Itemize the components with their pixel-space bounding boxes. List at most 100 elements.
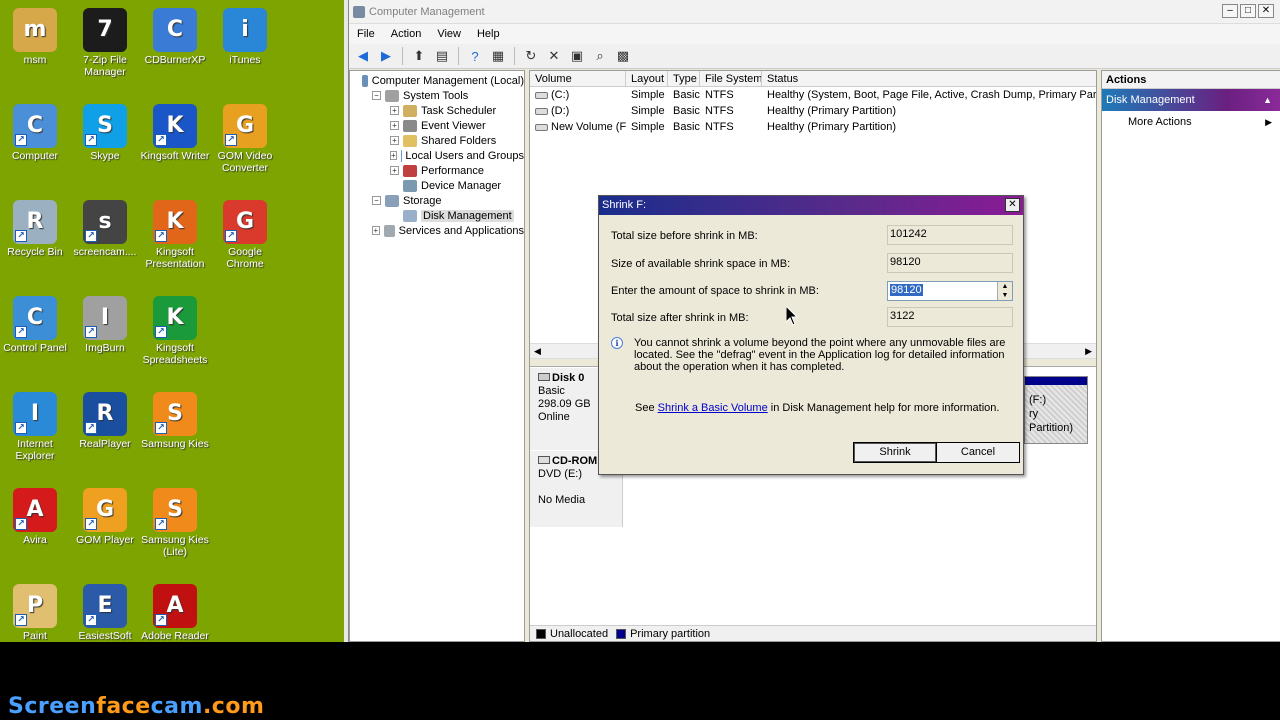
menu-file[interactable]: File <box>349 28 383 40</box>
scroll-left-icon[interactable]: ◀ <box>534 346 541 357</box>
tree-item[interactable]: Computer Management (Local) <box>350 73 524 88</box>
scroll-right-icon[interactable]: ▶ <box>1085 346 1092 357</box>
desktop-icon[interactable]: K ↗ Kingsoft Writer <box>140 104 210 162</box>
desktop-icon[interactable]: P ↗ Paint <box>0 584 70 642</box>
column-file-system[interactable]: File System <box>700 71 762 86</box>
table-row[interactable]: New Volume (F:) Simple Basic NTFS Healthy (P… <box>530 119 1096 135</box>
tree-item[interactable]: + Shared Folders <box>350 133 524 148</box>
menu-action[interactable]: Action <box>383 28 430 40</box>
partition-status: ry Partition) <box>1029 408 1074 434</box>
desktop-icon[interactable]: s ↗ screencam.... <box>70 200 140 258</box>
up-folder-icon[interactable]: ⬆ <box>409 46 429 66</box>
open-folder-icon[interactable]: ▣ <box>567 46 587 66</box>
desktop-icon[interactable]: S ↗ Samsung Kies (Lite) <box>140 488 210 558</box>
help-icon[interactable]: ? <box>465 46 485 66</box>
desktop-icon[interactable]: G ↗ Google Chrome <box>210 200 280 270</box>
cancel-button[interactable]: Cancel <box>936 442 1020 463</box>
dialog-close-button[interactable]: ✕ <box>1005 198 1020 212</box>
tree-item-label: Task Scheduler <box>421 104 497 117</box>
desktop-icon[interactable]: A ↗ Adobe Reader <box>140 584 210 642</box>
computer-management-icon <box>361 74 368 87</box>
desktop-icon-label: Control Panel <box>3 342 67 354</box>
tree-item[interactable]: + Local Users and Groups <box>350 148 524 163</box>
desktop-icon[interactable]: S ↗ Samsung Kies <box>140 392 210 450</box>
more-actions-item[interactable]: More Actions ▶ <box>1102 111 1280 133</box>
tree-item[interactable]: Disk Management <box>350 208 524 223</box>
properties-icon[interactable]: ▦ <box>488 46 508 66</box>
close-button[interactable]: ✕ <box>1258 4 1274 18</box>
forward-arrow-icon[interactable]: ▶ <box>376 46 396 66</box>
desktop-icon[interactable]: I ↗ Internet Explorer <box>0 392 70 462</box>
desktop-icon[interactable]: C CDBurnerXP <box>140 8 210 66</box>
back-arrow-icon[interactable]: ◀ <box>353 46 373 66</box>
skype-icon: S ↗ <box>83 104 127 148</box>
table-row[interactable]: (C:) Simple Basic NTFS Healthy (System, Boot… <box>530 87 1096 103</box>
tree-item[interactable]: + Event Viewer <box>350 118 524 133</box>
menu-help[interactable]: Help <box>469 28 508 40</box>
desktop-icon[interactable]: K ↗ Kingsoft Presentation <box>140 200 210 270</box>
expand-toggle-icon[interactable]: + <box>390 106 399 115</box>
actions-disk-management[interactable]: Disk Management ▲ <box>1102 89 1280 111</box>
desktop-icon[interactable]: 7 7-Zip File Manager <box>70 8 140 78</box>
desktop-icon[interactable]: m msm <box>0 8 70 66</box>
toolbar-separator <box>514 47 515 65</box>
desktop-icon[interactable]: G ↗ GOM Player <box>70 488 140 546</box>
desktop-icon[interactable]: K ↗ Kingsoft Spreadsheets <box>140 296 210 366</box>
show-hide-tree-icon[interactable]: ▤ <box>432 46 452 66</box>
search-icon[interactable]: ⌕ <box>590 46 610 66</box>
expand-toggle-icon[interactable]: + <box>390 136 399 145</box>
desktop-icon[interactable]: i iTunes <box>210 8 280 66</box>
spin-down-icon[interactable]: ▼ <box>998 291 1012 300</box>
minimize-button[interactable]: – <box>1222 4 1238 18</box>
tree-item[interactable]: − Storage <box>350 193 524 208</box>
table-cell: (D:) <box>530 103 626 119</box>
tree-item[interactable]: Device Manager <box>350 178 524 193</box>
desktop-icon[interactable]: C ↗ Control Panel <box>0 296 70 354</box>
desktop-icon[interactable]: R ↗ Recycle Bin <box>0 200 70 258</box>
table-row[interactable]: (D:) Simple Basic NTFS Healthy (Primary Part… <box>530 103 1096 119</box>
tree-item[interactable]: + Task Scheduler <box>350 103 524 118</box>
refresh-icon[interactable]: ↻ <box>521 46 541 66</box>
tree-item[interactable]: + Performance <box>350 163 524 178</box>
cell-text: Healthy (Primary Partition) <box>767 105 896 117</box>
expand-toggle-icon[interactable]: + <box>390 121 399 130</box>
partition-f[interactable]: (F:) ry Partition) <box>1024 376 1088 444</box>
expand-toggle-icon[interactable]: + <box>390 151 397 160</box>
expand-toggle-icon[interactable]: + <box>372 226 380 235</box>
maximize-button[interactable]: □ <box>1240 4 1256 18</box>
shortcut-arrow-icon: ↗ <box>85 614 97 626</box>
column-volume[interactable]: Volume <box>530 71 626 86</box>
spinner[interactable]: ▲ ▼ <box>997 282 1012 300</box>
desktop-icon[interactable]: S ↗ Skype <box>70 104 140 162</box>
shrink-help-link[interactable]: Shrink a Basic Volume <box>658 402 768 414</box>
title-bar[interactable]: Computer Management – □ ✕ <box>349 0 1280 24</box>
tree-item-label: Shared Folders <box>421 134 497 147</box>
shrink-button[interactable]: Shrink <box>853 442 937 463</box>
collapse-icon[interactable]: ▲ <box>1263 89 1272 111</box>
desktop-icon[interactable]: R ↗ RealPlayer <box>70 392 140 450</box>
menu-view[interactable]: View <box>429 28 469 40</box>
adobe-reader-icon: A ↗ <box>153 584 197 628</box>
desktop-icon[interactable]: A ↗ Avira <box>0 488 70 546</box>
desktop-icon[interactable]: G ↗ GOM Video Converter <box>210 104 280 174</box>
desktop-icon[interactable]: C ↗ Computer <box>0 104 70 162</box>
gom-player-icon: G ↗ <box>83 488 127 532</box>
spin-up-icon[interactable]: ▲ <box>998 282 1012 291</box>
shrink-amount-input[interactable]: 98120 ▲ ▼ <box>887 281 1013 301</box>
delete-icon[interactable]: ✕ <box>544 46 564 66</box>
desktop-icon[interactable]: I ↗ ImgBurn <box>70 296 140 354</box>
disk-properties-icon[interactable]: ▩ <box>613 46 633 66</box>
easiestsoft-icon: E ↗ <box>83 584 127 628</box>
samsung-kies-lite-icon: S ↗ <box>153 488 197 532</box>
tree-item[interactable]: + Services and Applications <box>350 223 524 238</box>
dialog-title-bar[interactable]: Shrink F: ✕ <box>599 196 1023 215</box>
tree-item[interactable]: − System Tools <box>350 88 524 103</box>
expand-toggle-icon[interactable]: − <box>372 196 381 205</box>
column-status[interactable]: Status <box>762 71 1096 86</box>
expand-toggle-icon[interactable]: + <box>390 166 399 175</box>
desktop-icon[interactable]: E ↗ EasiestSoft <box>70 584 140 642</box>
expand-toggle-icon[interactable]: − <box>372 91 381 100</box>
column-type[interactable]: Type <box>668 71 700 86</box>
bottom-bar: Screenfacecam.com <box>0 642 1280 720</box>
column-layout[interactable]: Layout <box>626 71 668 86</box>
